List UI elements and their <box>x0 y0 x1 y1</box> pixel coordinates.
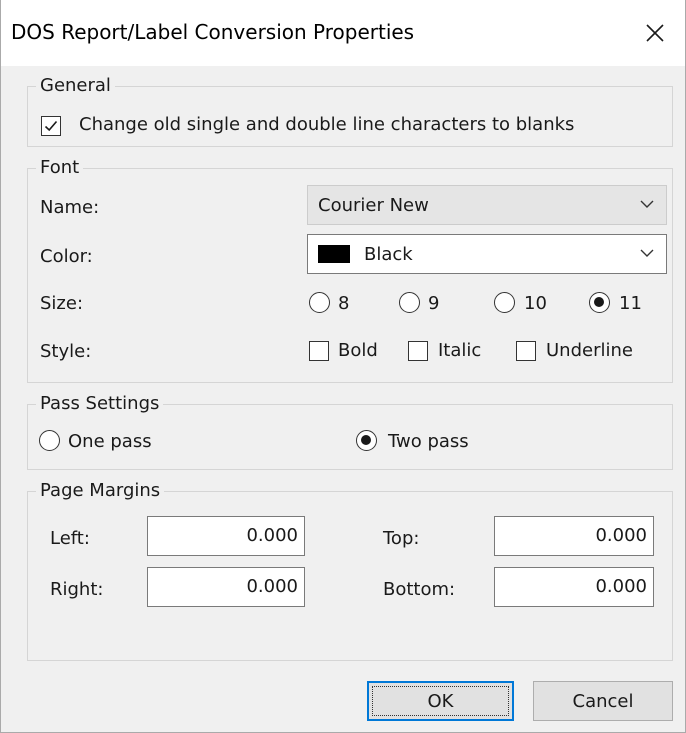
font-color-label: Color: <box>40 246 93 267</box>
underline-checkbox[interactable] <box>516 341 536 361</box>
chevron-down-icon <box>640 200 654 208</box>
chevron-down-icon <box>640 249 654 257</box>
bottom-margin-input[interactable]: 0.000 <box>494 567 654 607</box>
font-size-label: Size: <box>40 293 84 314</box>
size-8-label[interactable]: 8 <box>338 293 349 314</box>
font-name-combobox[interactable]: Courier New <box>307 185 667 225</box>
size-8-radio[interactable] <box>309 292 330 313</box>
close-button[interactable] <box>625 0 685 66</box>
one-pass-radio[interactable] <box>39 430 60 451</box>
selected-dot-icon <box>594 297 604 307</box>
change-lines-checkbox[interactable] <box>41 116 61 136</box>
font-name-label: Name: <box>40 197 100 218</box>
bold-label[interactable]: Bold <box>338 340 378 361</box>
properties-dialog: DOS Report/Label Conversion Properties G… <box>0 0 686 733</box>
size-9-radio[interactable] <box>399 292 420 313</box>
page-margins-group: Page Margins Left: 0.000 Top: 0.000 Righ… <box>27 480 673 661</box>
italic-label[interactable]: Italic <box>438 340 481 361</box>
page-margins-title: Page Margins <box>36 480 165 501</box>
change-lines-label[interactable]: Change old single and double line charac… <box>79 114 574 135</box>
right-margin-input[interactable]: 0.000 <box>147 567 305 607</box>
general-group-title: General <box>36 75 115 96</box>
top-margin-label: Top: <box>383 528 420 549</box>
size-11-radio[interactable] <box>589 292 610 313</box>
cancel-button[interactable]: Cancel <box>533 681 673 721</box>
close-icon <box>646 24 664 42</box>
size-9-label[interactable]: 9 <box>428 293 439 314</box>
ok-button[interactable]: OK <box>367 681 514 721</box>
font-style-label: Style: <box>40 341 92 362</box>
size-10-label[interactable]: 10 <box>524 293 547 314</box>
top-margin-input[interactable]: 0.000 <box>494 516 654 556</box>
italic-checkbox[interactable] <box>408 341 428 361</box>
font-name-value: Courier New <box>318 195 429 216</box>
window-title: DOS Report/Label Conversion Properties <box>11 20 415 44</box>
font-group: Font Name: Courier New Color: Black Size… <box>27 157 673 383</box>
size-10-radio[interactable] <box>494 292 515 313</box>
selected-dot-icon <box>361 435 371 445</box>
two-pass-radio[interactable] <box>356 430 377 451</box>
pass-settings-group: Pass Settings One pass Two pass <box>27 393 673 470</box>
general-group: General Change old single and double lin… <box>27 75 673 147</box>
bottom-margin-label: Bottom: <box>383 579 456 600</box>
font-color-combobox[interactable]: Black <box>307 234 667 274</box>
right-margin-label: Right: <box>50 579 104 600</box>
color-swatch <box>318 245 350 263</box>
font-color-value: Black <box>364 244 413 265</box>
size-11-label[interactable]: 11 <box>619 293 642 314</box>
font-group-title: Font <box>36 157 84 178</box>
bold-checkbox[interactable] <box>309 341 329 361</box>
checkmark-icon <box>44 120 58 132</box>
underline-label[interactable]: Underline <box>546 340 633 361</box>
one-pass-label[interactable]: One pass <box>68 431 152 452</box>
left-margin-label: Left: <box>50 528 90 549</box>
left-margin-input[interactable]: 0.000 <box>147 516 305 556</box>
two-pass-label[interactable]: Two pass <box>388 431 469 452</box>
pass-settings-title: Pass Settings <box>36 393 164 414</box>
title-bar: DOS Report/Label Conversion Properties <box>1 0 685 66</box>
